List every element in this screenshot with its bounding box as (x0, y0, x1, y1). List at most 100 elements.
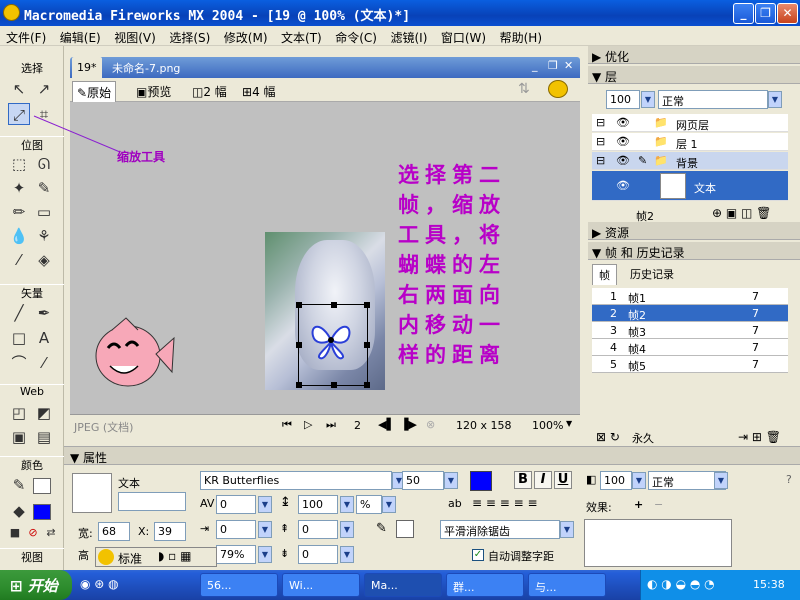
effects-list[interactable] (584, 519, 732, 567)
tab-frames[interactable]: 帧 (592, 264, 617, 285)
menu-window[interactable]: 窗口(W) (435, 26, 490, 46)
add-effect-icon[interactable]: + (634, 498, 643, 511)
onion-skin-icon[interactable]: ⊠ ↻ (596, 430, 620, 444)
menu-edit[interactable]: 编辑(E) (54, 26, 105, 46)
menu-view[interactable]: 视图(V) (108, 26, 160, 46)
tab-history[interactable]: 历史记录 (624, 264, 680, 284)
text-tool-icon[interactable]: A (33, 327, 55, 349)
layer-expand-icon[interactable]: ⊟ (596, 116, 605, 129)
baseline-dropdown-icon[interactable]: ▼ (340, 546, 354, 563)
menu-text[interactable]: 文本(T) (275, 26, 326, 46)
magic-wand-icon[interactable]: ✦ (8, 177, 30, 199)
leading-unit-dropdown-icon[interactable]: ▼ (382, 496, 396, 513)
zoom-level[interactable]: 100% (532, 419, 563, 432)
italic-button[interactable]: I (534, 471, 552, 489)
doc-minimize-icon[interactable]: _ (532, 59, 538, 72)
line-tool-icon[interactable]: ╱ (8, 302, 30, 324)
layers-panel-header[interactable]: ▼ 层 (588, 66, 800, 84)
layer-row-text[interactable]: 👁 文本 (592, 171, 788, 201)
zoom-dropdown-icon[interactable]: ▼ (566, 419, 572, 428)
font-select[interactable]: KR Butterflies (200, 471, 392, 490)
text-fill-color-swatch[interactable] (470, 471, 492, 491)
layer-row-1[interactable]: ⊟ 👁 📁 层 1 (592, 133, 788, 151)
hide-slices-icon[interactable]: ▣ (8, 426, 30, 448)
eye-icon[interactable]: 👁 (616, 154, 630, 167)
eye-icon[interactable]: 👁 (616, 179, 630, 192)
quicklaunch-icons[interactable]: ◉ ⊛ ◍ (80, 577, 119, 591)
stop-icon[interactable]: ⊗ (426, 418, 435, 431)
freeform-tool-icon[interactable]: ⌒ (8, 352, 30, 374)
frame-row[interactable]: 3 帧3 7 (592, 322, 788, 339)
loop-label[interactable]: 永久 (632, 430, 654, 446)
layer-expand-icon[interactable]: ⊟ (596, 135, 605, 148)
layer-row-web[interactable]: ⊟ 👁 📁 网页层 (592, 114, 788, 132)
menu-filters[interactable]: 滤镜(I) (384, 26, 431, 46)
last-frame-icon[interactable]: ⏭ (326, 418, 336, 432)
handle-ml[interactable] (296, 342, 302, 348)
handle-bc[interactable] (331, 382, 337, 388)
menu-commands[interactable]: 命令(C) (329, 26, 381, 46)
baseline-input[interactable]: 0 (298, 545, 338, 564)
paint-bucket-icon[interactable]: ◈ (33, 249, 55, 271)
close-button[interactable]: ✕ (777, 3, 798, 24)
object-name-input[interactable] (118, 492, 186, 511)
task-4[interactable]: 群... (446, 573, 524, 597)
underline-button[interactable]: U (554, 471, 572, 489)
task-fireworks[interactable]: Ma... (364, 573, 442, 597)
bold-button[interactable]: B (514, 471, 532, 489)
play-icon[interactable]: ▷ (304, 418, 312, 431)
knife-tool-icon[interactable]: ⁄ (33, 352, 55, 374)
menu-select[interactable]: 选择(S) (163, 26, 214, 46)
first-frame-icon[interactable]: ⏮ (282, 418, 292, 432)
handle-bl[interactable] (296, 382, 302, 388)
opacity-input[interactable]: 100 (600, 471, 632, 490)
leading-input[interactable]: 100 (298, 495, 338, 514)
toolbar-icons[interactable]: ◗ ▫ ▦ (158, 549, 191, 563)
layer-blend-dropdown-icon[interactable]: ▼ (768, 91, 782, 108)
start-button[interactable]: ⊞ 开始 (0, 570, 72, 600)
layer-opacity-dropdown-icon[interactable]: ▼ (641, 91, 655, 108)
swap-colors-icon[interactable]: ⇄ (40, 522, 62, 544)
x-input[interactable]: 39 (154, 522, 186, 541)
width-input[interactable]: 68 (98, 522, 130, 541)
fireworks-badge-icon[interactable] (548, 80, 568, 98)
menu-modify[interactable]: 修改(M) (218, 26, 272, 46)
handle-br[interactable] (364, 382, 370, 388)
prev-frame-icon[interactable]: ◀▌ (378, 418, 395, 431)
menu-help[interactable]: 帮助(H) (494, 26, 546, 46)
stroke-color-swatch[interactable] (396, 520, 414, 538)
indent-input[interactable]: 0 (216, 520, 256, 539)
handle-tr[interactable] (364, 302, 370, 308)
doc-restore-icon[interactable]: ❐ (548, 59, 558, 72)
eraser-tool-icon[interactable]: ▭ (33, 201, 55, 223)
auto-kern-checkbox[interactable]: ✓ (472, 549, 484, 561)
quick-export-icon[interactable]: ⇅ (518, 81, 530, 97)
handle-mr[interactable] (364, 342, 370, 348)
text-direction-icon[interactable]: ab (448, 497, 462, 510)
show-slices-icon[interactable]: ▤ (33, 426, 55, 448)
space-before-input[interactable]: 0 (298, 520, 338, 539)
handle-tl[interactable] (296, 302, 302, 308)
pencil-tool-icon[interactable]: ✏ (8, 201, 30, 223)
tab-untitled-7[interactable]: 未命名-7.png (112, 60, 180, 76)
stroke-color-swatch[interactable] (33, 478, 51, 494)
tab-2up[interactable]: ◫2 幅 (188, 81, 231, 102)
task-1[interactable]: 56... (200, 573, 278, 597)
align-buttons-icons[interactable]: ≡ ≡ ≡ ≡ ≡ (472, 496, 538, 510)
hotspot-tool-icon[interactable]: ◰ (8, 402, 30, 424)
layer-actions-icons[interactable]: ⊕ ▣ ◫ 🗑 (712, 206, 771, 220)
minimize-button[interactable]: _ (733, 3, 754, 24)
frames-panel-header[interactable]: ▼ 帧 和 历史记录 (588, 242, 800, 260)
frame-row[interactable]: 2 帧2 7 (592, 305, 788, 322)
stroke-color-icon[interactable]: ✎ (8, 474, 30, 496)
frame-actions-icons[interactable]: ⇥ ⊞ 🗑 (738, 430, 781, 444)
task-2[interactable]: Wi... (282, 573, 360, 597)
eye-icon[interactable]: 👁 (616, 135, 630, 148)
kerning-input[interactable]: 0 (216, 495, 256, 514)
handle-tc[interactable] (331, 302, 337, 308)
pointer-tool-icon[interactable]: ↖ (8, 78, 30, 100)
remove-effect-icon[interactable]: − (654, 498, 663, 511)
fill-color-swatch[interactable] (33, 504, 51, 520)
frame-row[interactable]: 5 帧5 7 (592, 356, 788, 373)
layer-expand-icon[interactable]: ⊟ (596, 154, 605, 167)
